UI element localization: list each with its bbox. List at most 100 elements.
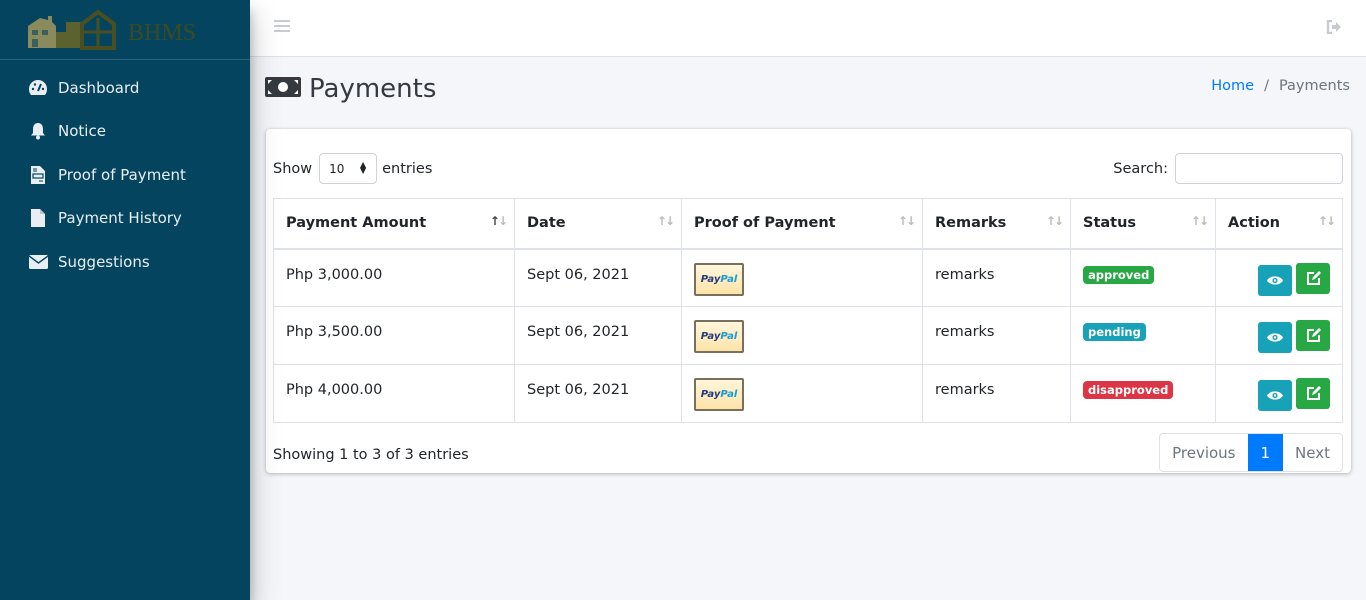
column-header-status[interactable]: Status ↑↓ <box>1070 198 1216 250</box>
cell-remarks: remarks <box>922 364 1071 423</box>
breadcrumb-home-link[interactable]: Home <box>1211 78 1254 94</box>
cell-remarks: remarks <box>922 248 1071 307</box>
sidebar-item-notice[interactable]: Notice <box>0 110 250 154</box>
entries-length-control: Show 10 ▲ ▼ entries <box>273 153 432 184</box>
sidebar-item-payment-history[interactable]: Payment History <box>0 197 250 241</box>
cell-date: Sept 06, 2021 <box>514 306 682 365</box>
sort-icon: ↑↓ <box>897 214 916 228</box>
cell-status: pending <box>1070 306 1216 365</box>
column-header-label: Proof of Payment <box>694 215 836 232</box>
bell-icon <box>28 121 48 141</box>
table-row: Php 4,000.00 Sept 06, 2021 PayPal remark… <box>273 364 1343 423</box>
column-header-action[interactable]: Action ↑↓ <box>1215 198 1343 250</box>
cell-amount: Php 3,000.00 <box>273 248 515 307</box>
page-1-button[interactable]: 1 <box>1247 434 1284 471</box>
sidebar-item-label: Dashboard <box>58 78 140 97</box>
cell-amount: Php 4,000.00 <box>273 364 515 423</box>
cell-action <box>1215 364 1343 423</box>
column-header-label: Date <box>527 215 566 232</box>
search-control: Search: <box>1113 153 1343 184</box>
cell-proof: PayPal <box>681 306 923 365</box>
envelope-icon <box>28 252 48 272</box>
column-header-payment-amount[interactable]: Payment Amount ↑↓ <box>273 198 515 250</box>
edit-icon <box>1306 270 1321 285</box>
show-label: Show <box>273 160 313 177</box>
eye-icon <box>1267 333 1283 342</box>
column-header-date[interactable]: Date ↑↓ <box>514 198 682 250</box>
top-navbar <box>250 0 1366 57</box>
edit-button[interactable] <box>1296 378 1330 409</box>
money-bill-icon <box>265 75 301 104</box>
sidebar-item-label: Payment History <box>58 209 182 228</box>
cell-date: Sept 06, 2021 <box>514 248 682 307</box>
entries-select-value: 10 <box>329 161 345 176</box>
file-invoice-icon <box>28 165 48 185</box>
bars-icon[interactable] <box>274 20 290 34</box>
paypal-proof-image[interactable]: PayPal <box>694 262 744 296</box>
tachometer-icon <box>28 78 48 98</box>
page-title: Payments <box>309 74 437 104</box>
table-info: Showing 1 to 3 of 3 entries <box>273 447 469 463</box>
view-button[interactable] <box>1258 322 1292 353</box>
next-button[interactable]: Next <box>1283 434 1342 471</box>
status-badge: disapproved <box>1083 381 1174 399</box>
payments-table: Payment Amount ↑↓ Date ↑↓ Proof of Payment… <box>273 198 1343 423</box>
brand-name: BHMS <box>128 20 197 46</box>
sidebar-item-label: Proof of Payment <box>58 165 186 184</box>
view-button[interactable] <box>1258 264 1292 296</box>
sort-icon: ↑↓ <box>656 214 675 228</box>
breadcrumb-separator: / <box>1264 78 1269 94</box>
column-header-label: Remarks <box>935 215 1007 232</box>
table-row: Php 3,500.00 Sept 06, 2021 PayPal remark… <box>273 306 1343 365</box>
status-badge: pending <box>1083 323 1146 341</box>
sidebar: BHMS Dashboard Notice Proof of Payment P… <box>0 0 250 600</box>
column-header-label: Action <box>1228 215 1281 232</box>
sidebar-nav: Dashboard Notice Proof of Payment Paymen… <box>0 60 250 284</box>
breadcrumb: Home / Payments <box>1211 78 1350 94</box>
sidebar-item-label: Notice <box>58 122 106 141</box>
edit-icon <box>1306 386 1321 400</box>
houses-logo-icon <box>28 9 116 50</box>
search-input[interactable] <box>1175 153 1343 184</box>
brand-logo[interactable]: BHMS <box>0 0 250 60</box>
sort-icon: ↑↓ <box>1317 214 1336 228</box>
column-header-proof-of-payment[interactable]: Proof of Payment ↑↓ <box>681 198 923 250</box>
paypal-proof-image[interactable]: PayPal <box>694 320 744 353</box>
cell-date: Sept 06, 2021 <box>514 364 682 423</box>
edit-button[interactable] <box>1296 262 1330 294</box>
cell-action <box>1215 306 1343 365</box>
payments-card: Show 10 ▲ ▼ entries Search: Payment Amoun… <box>266 129 1351 473</box>
table-row: Php 3,000.00 Sept 06, 2021 PayPal remark… <box>273 248 1343 307</box>
table-header-row: Payment Amount ↑↓ Date ↑↓ Proof of Payment… <box>273 198 1343 250</box>
status-badge: approved <box>1083 265 1155 284</box>
sidebar-item-suggestions[interactable]: Suggestions <box>0 240 250 284</box>
cell-action <box>1215 248 1343 307</box>
sign-out-icon[interactable] <box>1326 19 1342 39</box>
sidebar-item-dashboard[interactable]: Dashboard <box>0 66 250 110</box>
edit-button[interactable] <box>1296 320 1330 351</box>
cell-amount: Php 3,500.00 <box>273 306 515 365</box>
edit-icon <box>1306 328 1321 342</box>
breadcrumb-current: Payments <box>1278 78 1350 94</box>
cell-remarks: remarks <box>922 306 1071 365</box>
entries-label: entries <box>382 160 433 177</box>
file-icon <box>28 208 48 228</box>
page-header: Payments <box>265 74 436 104</box>
sidebar-item-proof-of-payment[interactable]: Proof of Payment <box>0 153 250 197</box>
search-label: Search: <box>1113 160 1168 177</box>
pagination: Previous 1 Next <box>1159 433 1343 472</box>
column-header-label: Payment Amount <box>286 215 427 232</box>
select-arrows-icon: ▲ ▼ <box>359 160 367 175</box>
previous-button[interactable]: Previous <box>1160 434 1247 471</box>
column-header-label: Status <box>1083 215 1137 232</box>
cell-proof: PayPal <box>681 364 923 423</box>
cell-status: approved <box>1070 248 1216 307</box>
sort-icon: ↑↓ <box>489 214 508 228</box>
cell-status: disapproved <box>1070 364 1216 423</box>
view-button[interactable] <box>1258 380 1292 411</box>
eye-icon <box>1267 275 1283 285</box>
paypal-proof-image[interactable]: PayPal <box>694 378 744 411</box>
sort-icon: ↑↓ <box>1190 214 1209 228</box>
entries-select[interactable]: 10 ▲ ▼ <box>319 153 378 184</box>
column-header-remarks[interactable]: Remarks ↑↓ <box>922 198 1071 250</box>
